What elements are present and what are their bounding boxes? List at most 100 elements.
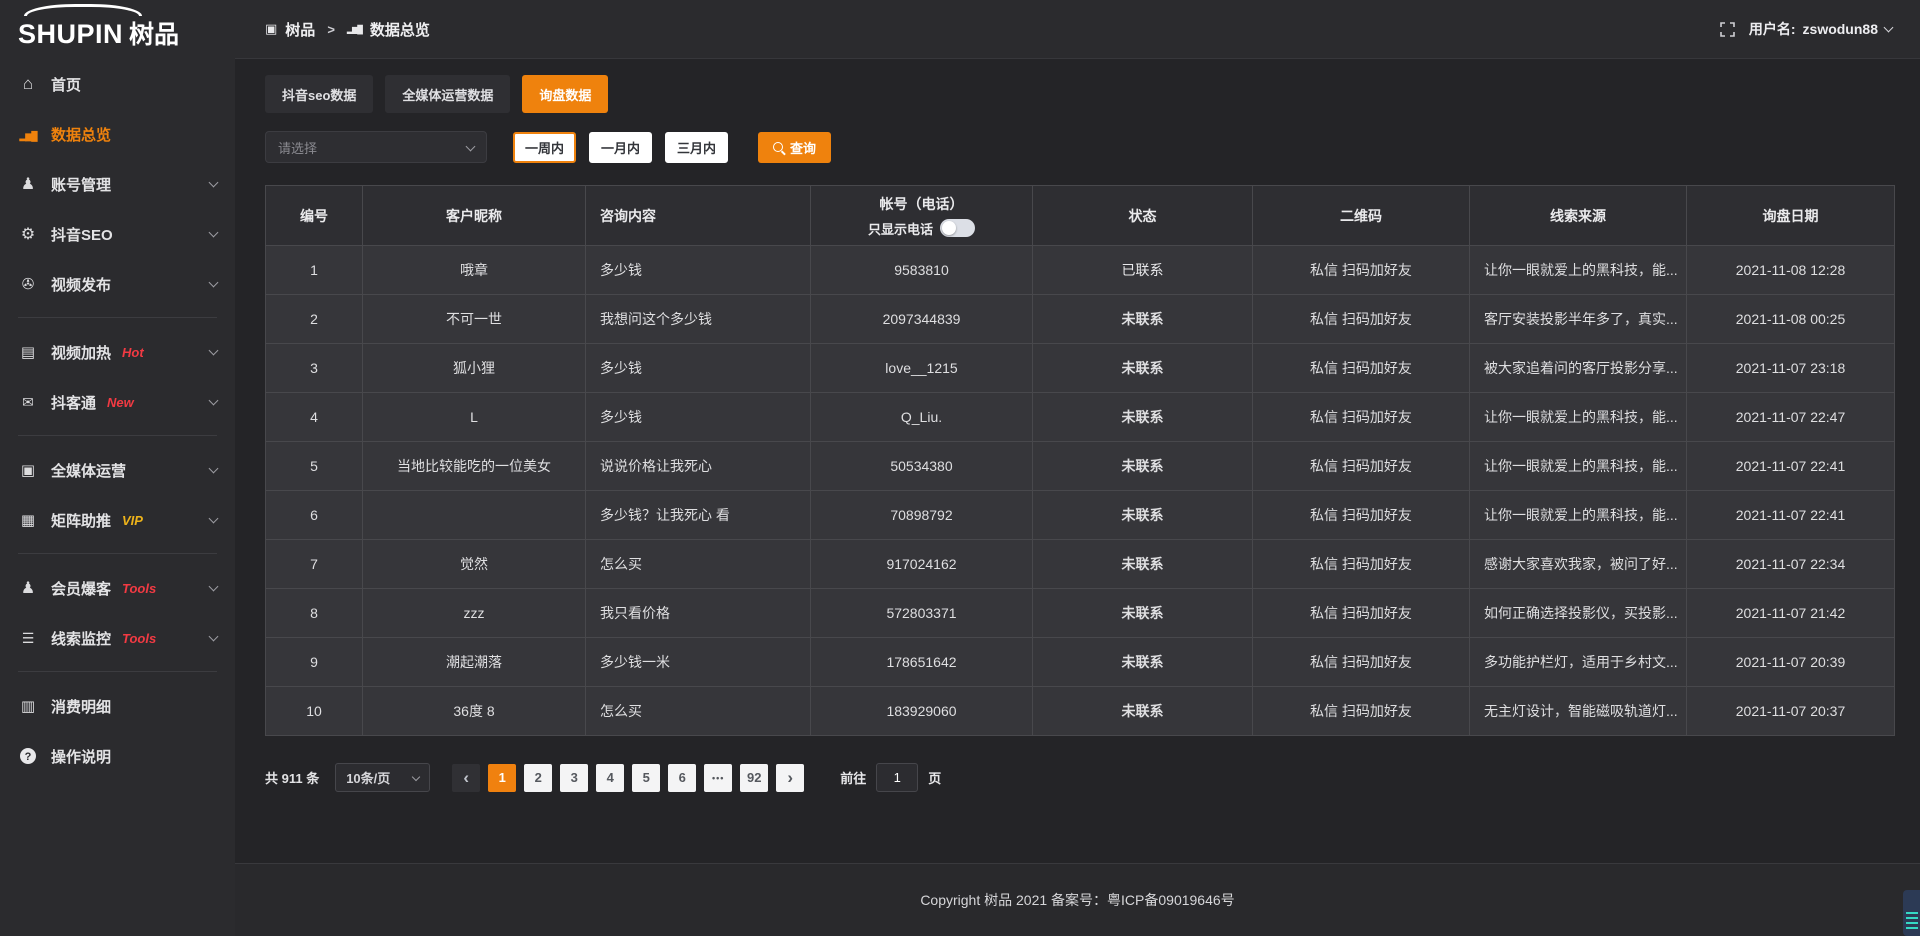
page-number-button[interactable]: 4 [596, 764, 624, 792]
sidebar-item[interactable]: 操作说明 [0, 731, 235, 781]
cell-qrcode-links[interactable]: 私信 扫码加好友 [1253, 589, 1470, 638]
table-header-row: 编号 客户昵称 咨询内容 帐号（电话） 只显示电话 状态 二维码 线索来源 询盘… [266, 186, 1894, 246]
search-button[interactable]: 查询 [758, 132, 831, 163]
page-number-button[interactable]: 5 [632, 764, 660, 792]
cell-no: 3 [266, 344, 363, 393]
main-column: ▣ 树品 > ▂▆█ 数据总览 用户名: zswodun88 [235, 0, 1920, 936]
page-number-button[interactable]: 6 [668, 764, 696, 792]
search-icon [773, 142, 783, 152]
cell-qrcode-links[interactable]: 私信 扫码加好友 [1253, 393, 1470, 442]
cell-no: 8 [266, 589, 363, 638]
page-number-button[interactable]: 92 [740, 764, 768, 792]
goto-page: 前往 页 [840, 763, 941, 792]
cell-account: 178651642 [811, 638, 1033, 687]
chevron-down-icon [1884, 22, 1894, 32]
sidebar-item[interactable]: 消费明细 [0, 681, 235, 731]
breadcrumb-item-home[interactable]: 树品 [285, 19, 315, 40]
cell-content: 怎么买 [586, 540, 811, 589]
page-size-select[interactable]: 10条/页 [335, 763, 430, 792]
cell-source-link[interactable]: 感谢大家喜欢我家，被问了好... [1470, 540, 1687, 589]
sidebar-item[interactable]: 全媒体运营 [0, 445, 235, 495]
cell-source-link[interactable]: 多功能护栏灯，适用于乡村文... [1470, 638, 1687, 687]
cell-source-link[interactable]: 让你一眼就爱上的黑科技，能... [1470, 491, 1687, 540]
cell-nickname: 狐小狸 [363, 344, 586, 393]
cell-no: 9 [266, 638, 363, 687]
cell-date: 2021-11-07 22:41 [1687, 491, 1894, 540]
cell-source-link[interactable]: 让你一眼就爱上的黑科技，能... [1470, 393, 1687, 442]
cell-qrcode-links[interactable]: 私信 扫码加好友 [1253, 540, 1470, 589]
sidebar-item[interactable]: 数据总览 [0, 109, 235, 159]
tab-button[interactable]: 询盘数据 [522, 75, 608, 113]
table-row: 2 不可一世 我想问这个多少钱 2097344839 未联系 私信 扫码加好友 … [266, 295, 1894, 344]
col-header-content: 咨询内容 [586, 186, 811, 246]
sidebar-item[interactable]: 矩阵助推 VIP [0, 495, 235, 545]
user-menu[interactable]: 用户名: zswodun88 [1749, 19, 1892, 39]
cell-qrcode-links[interactable]: 私信 扫码加好友 [1253, 491, 1470, 540]
inquiry-table: 编号 客户昵称 咨询内容 帐号（电话） 只显示电话 状态 二维码 线索来源 询盘… [265, 185, 1895, 736]
sidebar-item[interactable]: 视频加热 Hot [0, 327, 235, 377]
cell-qrcode-links[interactable]: 私信 扫码加好友 [1253, 638, 1470, 687]
date-range-button[interactable]: 三月内 [665, 132, 728, 163]
sidebar-item[interactable]: 抖音SEO [0, 209, 235, 259]
date-range-button[interactable]: 一月内 [589, 132, 652, 163]
cell-qrcode-links[interactable]: 私信 扫码加好友 [1253, 687, 1470, 736]
cell-status: 未联系 [1033, 295, 1253, 344]
cell-status: 未联系 [1033, 589, 1253, 638]
question-icon [20, 748, 36, 764]
sidebar-menu: 首页 数据总览 账号管理 [0, 55, 235, 781]
search-button-label: 查询 [790, 138, 816, 157]
cell-status: 未联系 [1033, 344, 1253, 393]
cell-source-link[interactable]: 无主灯设计，智能磁吸轨道灯... [1470, 687, 1687, 736]
goto-label: 前往 [840, 768, 866, 787]
sidebar-item[interactable]: 首页 [0, 59, 235, 109]
next-page-button[interactable] [776, 764, 804, 792]
sidebar-item[interactable]: 线索监控 Tools [0, 613, 235, 663]
cell-content: 多少钱 [586, 246, 811, 295]
cell-qrcode-links[interactable]: 私信 扫码加好友 [1253, 344, 1470, 393]
cell-source-link[interactable]: 让你一眼就爱上的黑科技，能... [1470, 442, 1687, 491]
floating-widget[interactable] [1903, 890, 1920, 936]
monitor-icon [18, 343, 38, 361]
member-icon [18, 578, 38, 598]
tab-button[interactable]: 抖音seo数据 [265, 75, 373, 113]
filter-select[interactable]: 请选择 [265, 131, 487, 163]
cell-source-link[interactable]: 让你一眼就爱上的黑科技，能... [1470, 246, 1687, 295]
sidebar-item[interactable]: 抖客通 New [0, 377, 235, 427]
cell-nickname: L [363, 393, 586, 442]
user-area: 用户名: zswodun88 [1720, 19, 1892, 39]
cell-qrcode-links[interactable]: 私信 扫码加好友 [1253, 246, 1470, 295]
page-number-button[interactable]: 1 [488, 764, 516, 792]
cell-status: 未联系 [1033, 491, 1253, 540]
video-icon [18, 275, 38, 293]
cell-qrcode-links[interactable]: 私信 扫码加好友 [1253, 442, 1470, 491]
cell-date: 2021-11-08 00:25 [1687, 295, 1894, 344]
chevron-down-icon [209, 227, 219, 237]
phone-only-toggle[interactable] [940, 219, 975, 237]
cell-no: 4 [266, 393, 363, 442]
date-range-button[interactable]: 一周内 [513, 132, 576, 163]
goto-page-input[interactable] [876, 763, 918, 792]
cell-no: 7 [266, 540, 363, 589]
col-header-account: 帐号（电话） 只显示电话 [811, 186, 1033, 246]
table-row: 8 zzz 我只看价格 572803371 未联系 私信 扫码加好友 如何正确选… [266, 589, 1894, 638]
cell-source-link[interactable]: 被大家追着问的客厅投影分享... [1470, 344, 1687, 393]
tab-button[interactable]: 全媒体运营数据 [385, 75, 510, 113]
logo[interactable]: SHUPIN 树品 [0, 0, 235, 55]
sidebar: SHUPIN 树品 首页 数据总览 [0, 0, 235, 936]
sidebar-item-label: 会员爆客 [51, 578, 111, 599]
table-row: 9 潮起潮落 多少钱一米 178651642 未联系 私信 扫码加好友 多功能护… [266, 638, 1894, 687]
prev-page-button[interactable] [452, 764, 480, 792]
page-number-button[interactable]: 3 [560, 764, 588, 792]
page-number-button[interactable]: ••• [704, 764, 732, 792]
logo-text-cjk: 树品 [129, 15, 179, 51]
cell-qrcode-links[interactable]: 私信 扫码加好友 [1253, 295, 1470, 344]
cell-source-link[interactable]: 如何正确选择投影仪，买投影... [1470, 589, 1687, 638]
cell-account: 572803371 [811, 589, 1033, 638]
sidebar-item[interactable]: 账号管理 [0, 159, 235, 209]
cell-source-link[interactable]: 客厅安装投影半年多了，真实... [1470, 295, 1687, 344]
page-number-button[interactable]: 2 [524, 764, 552, 792]
fullscreen-icon[interactable] [1720, 22, 1735, 37]
cell-date: 2021-11-07 21:42 [1687, 589, 1894, 638]
sidebar-item[interactable]: 视频发布 [0, 259, 235, 309]
sidebar-item[interactable]: 会员爆客 Tools [0, 563, 235, 613]
